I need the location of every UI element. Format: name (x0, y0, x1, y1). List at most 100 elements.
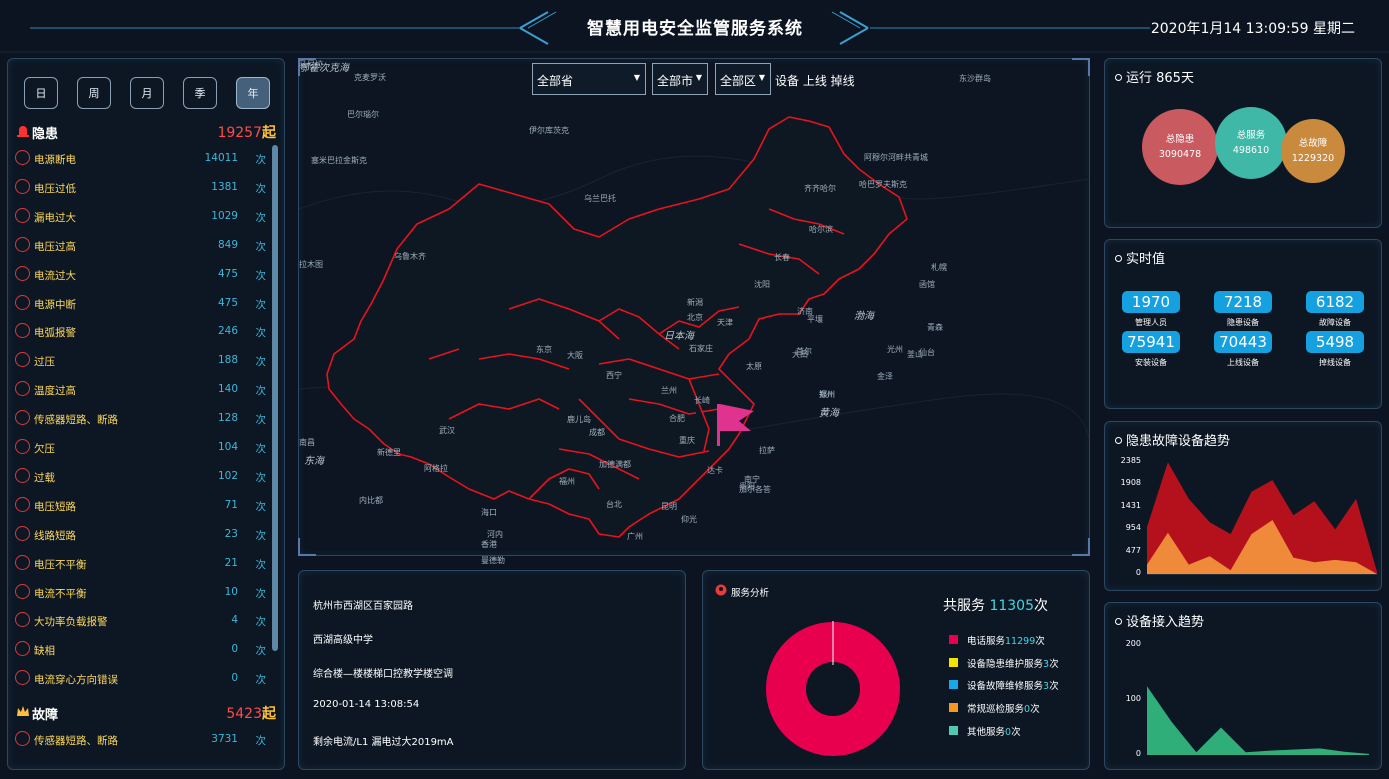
legend-label: 电话服务 (967, 636, 1006, 647)
item-unit: 次 (255, 211, 267, 224)
map-label: 天津 (717, 318, 733, 327)
list-item[interactable]: 温度过高 140 次 (14, 379, 268, 401)
service-icon (715, 584, 727, 596)
item-value: 21 (224, 556, 238, 569)
trend2-title: 设备接入趋势 (1115, 611, 1204, 630)
fault-count: 5423起 (226, 706, 276, 722)
list-item[interactable]: 过压 188 次 (14, 350, 268, 372)
legend-unit: 次 (1035, 636, 1045, 647)
item-value: 4 (231, 614, 238, 627)
realtime-panel: 实时值 1970 管理人员 7218 隐患设备 6182 故障设备 75941 安装设备… (1104, 239, 1382, 409)
city-select[interactable]: 全部市 ▼ (652, 63, 708, 95)
realtime-title: 实时值 (1115, 248, 1165, 267)
run-title: 运行 865天 (1115, 67, 1194, 86)
period-week-button[interactable]: 周 (77, 77, 111, 109)
item-value: 0 (231, 643, 238, 656)
short-circuit-icon (15, 496, 30, 512)
crown-icon (17, 706, 29, 716)
map-label: 光州 (887, 345, 903, 354)
map-label: 阿格拉 (424, 464, 448, 473)
item-unit: 次 (255, 154, 267, 166)
y-tick-label: 100 (1125, 694, 1141, 703)
info-site: 西湖高级中学 (313, 635, 373, 646)
item-value: 14011 (204, 152, 238, 164)
item-label: 缺相 (34, 645, 55, 658)
y-tick-label: 0 (1135, 749, 1141, 758)
list-item[interactable]: 大功率负载报警 4 次 (14, 610, 268, 632)
china-map[interactable] (299, 59, 1091, 557)
list-item[interactable]: 线路短路 23 次 (14, 524, 268, 546)
map-label: 武汉 (439, 426, 455, 435)
list-item[interactable]: 电流不平衡 10 次 (14, 582, 268, 604)
list-item[interactable]: 电流过大 475 次 (14, 264, 268, 286)
list-item[interactable]: 欠压 104 次 (14, 437, 268, 459)
period-year-button[interactable]: 年 (236, 77, 270, 109)
info-time: 2020-01-14 13:08:54 (313, 699, 420, 710)
list-item[interactable]: 电压短路 71 次 (14, 495, 268, 517)
power-off-icon (15, 150, 30, 165)
signal-off-icon (15, 294, 30, 310)
map-label: 石家庄 (689, 344, 713, 353)
y-tick-label: 954 (1125, 523, 1141, 533)
thermometer-icon (15, 381, 30, 397)
list-item[interactable]: 电压过高 849 次 (14, 235, 268, 257)
bubble-total-hazard: 总隐患 3090478 (1142, 109, 1218, 185)
fault-header: 故障 5423起 (14, 702, 280, 724)
list-item[interactable]: 电压不平衡 21 次 (14, 553, 268, 575)
rt-offline-devices: 5498 掉线设备 (1306, 331, 1364, 368)
item-value: 246 (217, 325, 238, 338)
period-month-button[interactable]: 月 (130, 77, 164, 109)
period-quarter-button[interactable]: 季 (183, 77, 217, 109)
map-label: 昆明 (661, 502, 677, 511)
list-item[interactable]: 漏电过大 1029 次 (14, 206, 268, 228)
period-day-button[interactable]: 日 (24, 77, 58, 109)
run-stats-panel: 运行 865天 总隐患 3090478 总服务 498610 总故障 1229320 (1104, 58, 1382, 228)
district-select[interactable]: 全部区 ▼ (715, 63, 771, 95)
map-label: 拉萨 (759, 446, 775, 455)
item-value: 104 (217, 441, 238, 453)
map-label: 仰光 (681, 515, 697, 524)
item-label: 电源中断 (34, 298, 76, 311)
list-item[interactable]: 电流穿心方向错误 0 次 (14, 668, 268, 690)
overvoltage-icon (15, 352, 30, 368)
item-unit: 次 (255, 674, 267, 687)
warning-triangle-icon (15, 207, 30, 223)
arc-alarm-icon (15, 323, 30, 339)
bubble-total-fault: 总故障 1229320 (1281, 119, 1345, 183)
item-unit: 次 (255, 558, 267, 571)
item-label: 电流过大 (34, 269, 76, 282)
legend-swatch (949, 657, 958, 667)
map-label: 大田 (792, 350, 808, 359)
map-label: 渤海 (854, 311, 874, 322)
list-item[interactable]: 电压过低 1381 次 (14, 177, 268, 199)
legend-swatch (949, 635, 958, 644)
list-item[interactable]: 缺相 0 次 (14, 639, 268, 661)
map-label: 曼德勒 (481, 556, 505, 565)
hazard-title: 隐患 (32, 127, 59, 142)
list-item[interactable]: 电源中断 475 次 (14, 293, 268, 315)
legend-unit: 次 (1049, 658, 1059, 670)
item-label: 线路短路 (34, 529, 76, 542)
service-total: 共服务 11305次 (943, 598, 1048, 614)
list-item[interactable]: 过载 102 次 (14, 466, 268, 488)
map-panel[interactable]: 全部省 ▼ 全部市 ▼ 全部区 ▼ 设备 上线 掉线 克麦罗沃 巴尔瑙尔 伊尔库茨克 塞米巴… (298, 58, 1091, 565)
info-detail: 剩余电流/L1 漏电过大2019mA (313, 737, 454, 748)
map-label: 重庆 (679, 436, 695, 445)
map-label: 合肥 (669, 414, 685, 423)
map-label: 内比都 (359, 496, 383, 505)
item-unit: 次 (255, 269, 267, 282)
list-item[interactable]: 电源断电 14011 次 (14, 148, 268, 170)
map-label: 南昌 (299, 438, 315, 447)
legend-unit: 次 (1049, 681, 1059, 693)
list-item[interactable]: 传感器短路、断路 3731 次 (14, 729, 268, 751)
list-item[interactable]: 传感器短路、断路 128 次 (14, 408, 268, 430)
voltage-low-icon (15, 178, 30, 194)
device-status-filter[interactable]: 设备 上线 掉线 (775, 72, 855, 89)
map-label: 长崎 (694, 396, 710, 405)
map-label: 乌鲁木齐 (394, 252, 426, 261)
province-select[interactable]: 全部省 ▼ (532, 63, 646, 95)
list-item[interactable]: 电弧报警 246 次 (14, 321, 268, 343)
map-label: 香港 (481, 540, 497, 549)
item-label: 温度过高 (34, 385, 76, 398)
scrollbar[interactable] (272, 145, 278, 651)
